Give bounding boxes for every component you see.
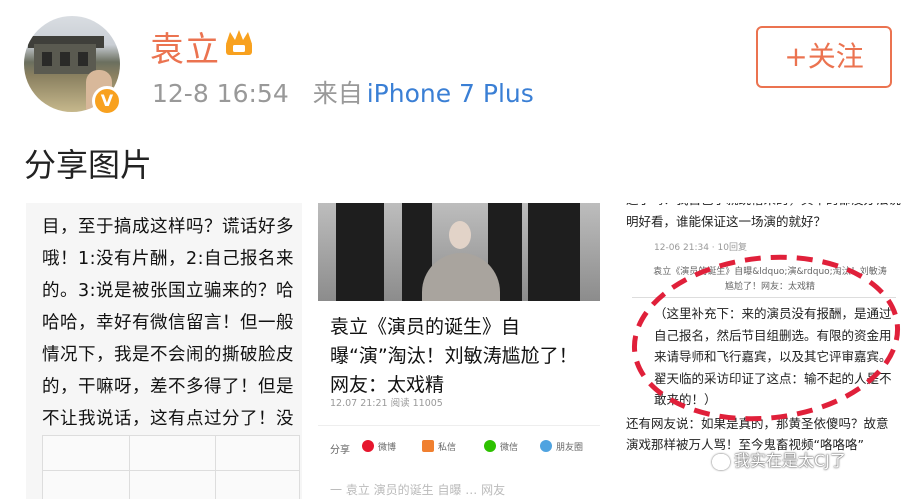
share-weibo-button: 微博	[362, 435, 396, 457]
divider	[632, 297, 896, 298]
article-date: 12.07 21:21 阅读 11005	[330, 398, 443, 409]
image3-body-text: （这里补充下：来的演员没有报酬，是通过自己报名，然后节目组删选。有限的资金用来请…	[654, 306, 892, 407]
wechat-icon	[484, 440, 496, 452]
source-prefix: 来自	[312, 79, 363, 108]
author-name[interactable]: 袁立	[150, 22, 220, 71]
image1-table	[42, 435, 300, 499]
divider	[318, 425, 600, 426]
shared-image-1[interactable]: 了，不让我说话了，一个娱乐节目，至于搞成这样吗？谎话好多哦！1:没有片酬，2:自…	[26, 203, 302, 499]
watermark: 我实在是太CJ了	[712, 447, 846, 471]
crown-icon	[226, 30, 252, 55]
weibo-icon	[362, 440, 374, 452]
follow-button[interactable]: +关注	[756, 26, 892, 88]
share-label: 分享	[330, 445, 350, 456]
article-bottom-text: 一 袁立 演员的诞生 自曝 … 网友	[330, 483, 506, 497]
message-icon	[422, 440, 434, 452]
share-message-button: 私信	[422, 435, 456, 457]
moments-icon	[540, 440, 552, 452]
article-title: 袁立《演员的诞生》自曝“演”淘汰！刘敏涛尴尬了！网友：太戏精	[330, 316, 578, 396]
image3-top-text: 过了吗？我自己了就跳槽来的，其甲的都没办法说明好看，谁能保证这一场演的就好？	[626, 203, 901, 229]
share-moments-button: 朋友圈	[540, 435, 583, 457]
post-text: 分享图片	[24, 146, 153, 184]
shared-image-3[interactable]: 过了吗？我自己了就跳槽来的，其甲的都没办法说明好看，谁能保证这一场演的就好？ 1…	[616, 203, 912, 499]
post-meta: 12-8 16:54 来自 iPhone 7 Plus	[152, 74, 534, 110]
post-source-link[interactable]: iPhone 7 Plus	[367, 79, 534, 108]
shared-image-2[interactable]: 袁立《演员的诞生》自曝“演”淘汰！刘敏涛尴尬了！网友：太戏精 12.07 21:…	[318, 203, 600, 499]
wechat-icon	[712, 453, 730, 470]
post-timestamp: 12-8 16:54	[152, 79, 289, 108]
share-wechat-button: 微信	[484, 435, 518, 457]
image3-comment-date: 12-06 21:34 · 10回复	[654, 243, 747, 253]
verified-v-icon: V	[92, 86, 122, 116]
article-photo	[318, 203, 600, 301]
image3-article-link: 袁立《演员的诞生》自曝&ldquo;演&rdquo;淘汰！刘敏涛尴尬了！网友：太…	[653, 267, 887, 292]
